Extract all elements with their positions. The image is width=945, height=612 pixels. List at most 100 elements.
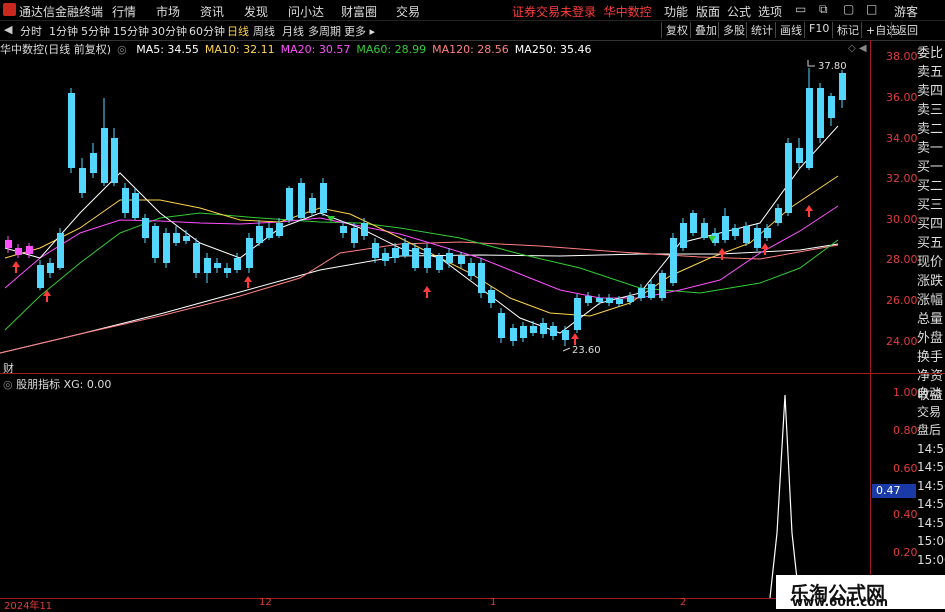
date-label: 2: [680, 597, 687, 608]
candle-body: [286, 188, 293, 220]
side-item[interactable]: 盘后: [917, 421, 945, 440]
period-30min[interactable]: 30分钟: [151, 23, 187, 39]
maximize-icon[interactable]: □: [866, 2, 877, 16]
price-tick: 28.00: [886, 253, 918, 266]
candle-body: [638, 288, 645, 298]
tick-time: 15:00: [917, 552, 945, 567]
side-item[interactable]: 交易: [917, 403, 945, 422]
settings-gear-icon[interactable]: ◎: [117, 43, 127, 56]
side-item[interactable]: 卖二: [917, 120, 945, 139]
window-icon[interactable]: ▢: [843, 2, 854, 16]
candle-body: [764, 228, 771, 238]
adjust-button[interactable]: 复权: [661, 22, 688, 38]
period-1min[interactable]: 1分钟: [49, 23, 78, 39]
price-axis: [870, 40, 917, 373]
menu-layout[interactable]: 版面: [696, 3, 720, 20]
minimize-icon[interactable]: ▭: [795, 2, 806, 16]
side-item[interactable]: 买一: [917, 158, 945, 177]
candle-body: [372, 243, 379, 258]
indicator-tick: 0.40: [893, 508, 918, 521]
candle-body: [361, 223, 368, 236]
side-item[interactable]: 买四: [917, 215, 945, 234]
candle-body: [806, 88, 813, 168]
side-item[interactable]: 涨幅: [917, 291, 945, 310]
date-label: 12: [259, 597, 272, 608]
candle-body: [79, 168, 86, 193]
candle-body: [670, 238, 677, 283]
side-item[interactable]: 换手: [917, 348, 945, 367]
candle-body: [111, 138, 118, 183]
side-item[interactable]: 卖三: [917, 101, 945, 120]
overlay-button[interactable]: 叠加: [690, 22, 717, 38]
period-intraday[interactable]: 分时: [20, 23, 42, 39]
candle-body: [351, 228, 358, 243]
side-item[interactable]: 买五: [917, 234, 945, 253]
candle-body: [57, 233, 64, 268]
collapse-icon[interactable]: ◀: [4, 23, 12, 36]
ma120-value: MA120: 28.56: [432, 43, 509, 56]
side-item[interactable]: 涨跌: [917, 272, 945, 291]
candle-body: [152, 226, 159, 258]
side-item[interactable]: 卖五: [917, 63, 945, 82]
candle-body: [468, 263, 475, 276]
candle-body: [585, 296, 592, 303]
tick-side-panel: 自动 交易 盘后 14:56 14:56 14:56 14:56 14:57 1…: [917, 384, 945, 569]
price-tick: 32.00: [886, 172, 918, 185]
period-60min[interactable]: 60分钟: [189, 23, 225, 39]
candle-body: [256, 226, 263, 243]
menu-options[interactable]: 选项: [758, 3, 782, 20]
guest-label[interactable]: 游客: [894, 3, 918, 20]
side-item[interactable]: 外盘: [917, 329, 945, 348]
tick-time: 14:56: [917, 441, 945, 456]
candle-body: [606, 298, 613, 303]
side-item[interactable]: 买二: [917, 177, 945, 196]
mark-button[interactable]: 标记: [832, 22, 859, 38]
side-item[interactable]: 卖一: [917, 139, 945, 158]
side-item[interactable]: 卖四: [917, 82, 945, 101]
multi-stock-button[interactable]: 多股: [718, 22, 745, 38]
menu-formula[interactable]: 公式: [727, 3, 751, 20]
menu-trade[interactable]: 交易: [396, 3, 420, 20]
side-item[interactable]: 买三: [917, 196, 945, 215]
stats-button[interactable]: 统计: [746, 22, 773, 38]
period-month[interactable]: 月线: [282, 23, 304, 39]
indicator-chart[interactable]: [0, 373, 870, 598]
period-more[interactable]: 更多 ▸: [344, 23, 375, 39]
login-notice[interactable]: 证券交易未登录 华中数控: [512, 3, 652, 20]
menu-function[interactable]: 功能: [664, 3, 688, 20]
candle-body: [246, 238, 253, 268]
expand-icon[interactable]: ◇ ◀: [848, 43, 867, 54]
candle-body: [142, 218, 149, 238]
menu-news[interactable]: 资讯: [200, 3, 224, 20]
menu-discover[interactable]: 发现: [244, 3, 268, 20]
side-item[interactable]: 自动: [917, 384, 945, 403]
candlestick-chart[interactable]: 37.80 23.60: [0, 58, 870, 370]
candle-body: [101, 128, 108, 183]
candle-body: [15, 248, 22, 255]
menu-quotes[interactable]: 行情: [112, 3, 136, 20]
f10-button[interactable]: F10: [804, 22, 829, 38]
restore-icon[interactable]: ⧉: [819, 2, 828, 17]
candle-body: [488, 290, 495, 303]
side-item[interactable]: 总量: [917, 310, 945, 329]
candle-body: [446, 253, 453, 263]
back-button[interactable]: 返回: [891, 22, 918, 38]
candle-body: [520, 326, 527, 338]
draw-button[interactable]: 画线: [775, 22, 802, 38]
menu-wealth[interactable]: 财富圈: [341, 3, 377, 20]
period-15min[interactable]: 15分钟: [113, 23, 149, 39]
candle-body: [122, 188, 129, 213]
side-item[interactable]: 委比: [917, 44, 945, 63]
menu-market[interactable]: 市场: [156, 3, 180, 20]
candle-body: [340, 226, 347, 233]
period-week[interactable]: 周线: [253, 23, 275, 39]
app-logo-icon: [3, 3, 16, 16]
buy-signal-icon: [423, 286, 431, 298]
menu-ask[interactable]: 问小达: [288, 3, 324, 20]
period-day[interactable]: 日线: [227, 23, 249, 39]
period-5min[interactable]: 5分钟: [81, 23, 110, 39]
side-item[interactable]: 现价: [917, 253, 945, 272]
candle-body: [530, 326, 537, 333]
candle-body: [648, 284, 655, 298]
period-multi[interactable]: 多周期: [308, 23, 341, 39]
